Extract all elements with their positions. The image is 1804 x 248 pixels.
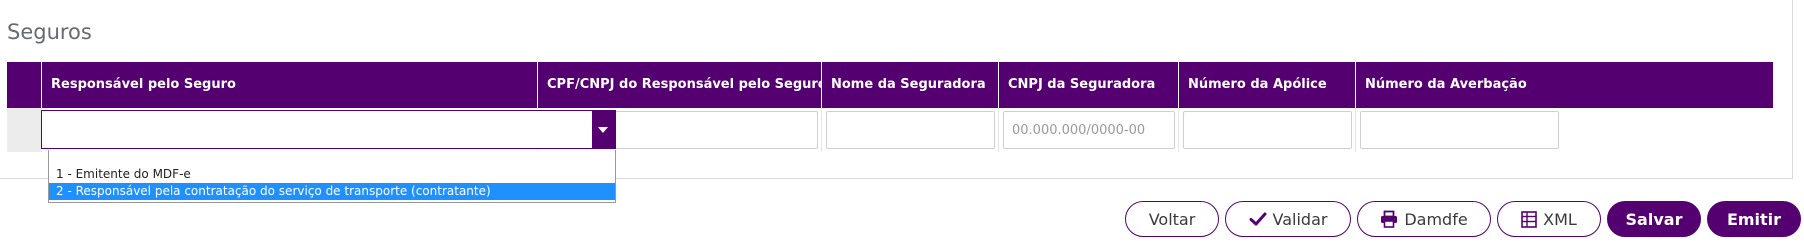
nome-seguradora-input[interactable] <box>826 111 995 149</box>
insurance-table-header: Responsável pelo Seguro CPF/CNPJ do Resp… <box>7 62 1773 108</box>
xml-label: XML <box>1543 209 1577 229</box>
header-cpf-cnpj-responsavel: CPF/CNPJ do Responsável pelo Seguro <box>537 62 821 108</box>
responsavel-dropdown-list: 1 - Emitente do MDF-e 2 - Responsável pe… <box>48 150 616 203</box>
header-numero-averbacao: Número da Averbação <box>1355 62 1773 108</box>
emitir-button[interactable]: Emitir <box>1707 201 1801 237</box>
damdfe-label: Damdfe <box>1404 209 1468 229</box>
emitir-label: Emitir <box>1726 209 1782 229</box>
numero-apolice-input[interactable] <box>1183 111 1352 149</box>
table-icon <box>1521 210 1537 228</box>
action-bar: Voltar Validar Damdfe XML Salvar Emitir <box>1125 201 1804 237</box>
validar-button[interactable]: Validar <box>1225 201 1351 237</box>
header-responsavel: Responsável pelo Seguro <box>41 62 537 108</box>
salvar-label: Salvar <box>1625 209 1683 229</box>
responsavel-select[interactable] <box>41 110 616 149</box>
header-spacer <box>7 62 41 108</box>
header-numero-apolice: Número da Apólice <box>1178 62 1355 108</box>
salvar-button[interactable]: Salvar <box>1607 201 1701 237</box>
section-title: Seguros <box>7 20 92 44</box>
chevron-down-icon[interactable] <box>592 111 615 148</box>
cell-numero-apolice <box>1178 108 1355 152</box>
printer-icon <box>1380 210 1398 228</box>
check-icon <box>1249 211 1267 227</box>
row-handle <box>7 108 41 152</box>
xml-button[interactable]: XML <box>1497 201 1601 237</box>
voltar-button[interactable]: Voltar <box>1125 201 1219 237</box>
cell-cnpj-seguradora <box>998 108 1178 152</box>
header-cnpj-seguradora: CNPJ da Seguradora <box>998 62 1178 108</box>
numero-averbacao-input[interactable] <box>1360 111 1559 149</box>
validar-label: Validar <box>1272 209 1328 229</box>
voltar-label: Voltar <box>1148 209 1196 229</box>
dropdown-option-contratante[interactable]: 2 - Responsável pela contratação do serv… <box>49 183 615 200</box>
cell-nome-seguradora <box>821 108 998 152</box>
cnpj-seguradora-input[interactable] <box>1003 111 1175 149</box>
cell-numero-averbacao <box>1355 108 1562 152</box>
damdfe-button[interactable]: Damdfe <box>1357 201 1491 237</box>
dropdown-option-emitente[interactable]: 1 - Emitente do MDF-e <box>49 166 615 183</box>
header-nome-seguradora: Nome da Seguradora <box>821 62 998 108</box>
